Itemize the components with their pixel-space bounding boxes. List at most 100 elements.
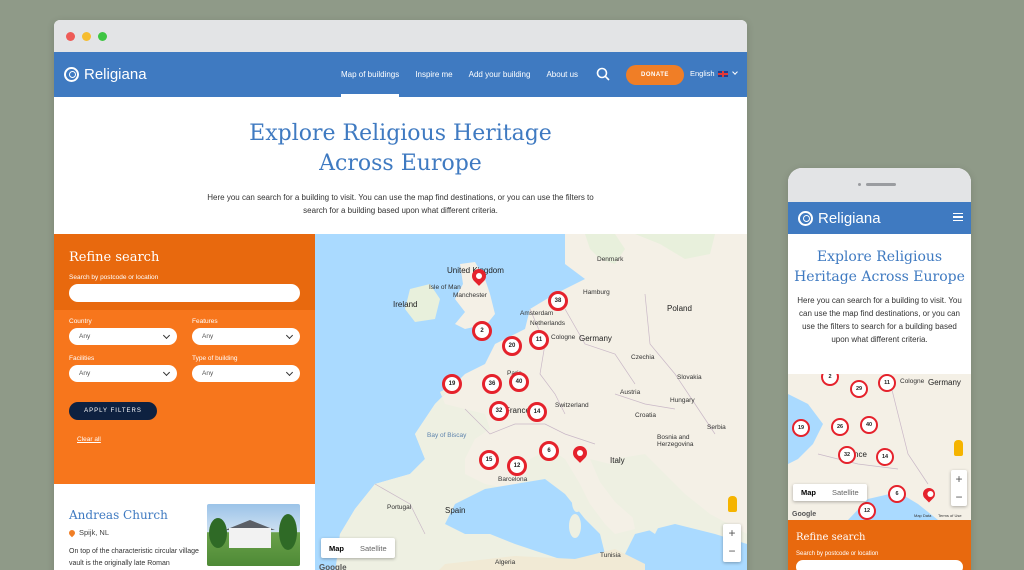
map-view-button[interactable]: Map [321, 538, 352, 558]
mobile-map-cluster-marker[interactable]: 32 [838, 446, 856, 464]
map-label-portugal: Portugal [387, 504, 412, 511]
brand-name: Religiana [84, 66, 147, 83]
map-cluster-marker[interactable]: 15 [479, 450, 499, 470]
map-label-isle-of-man: Isle of Man [429, 284, 461, 291]
minimize-dot[interactable] [82, 31, 91, 41]
zoom-out-button[interactable]: − [723, 542, 741, 560]
camera-dot [858, 183, 861, 186]
map-cluster-marker[interactable]: 36 [482, 374, 502, 394]
map-cluster-marker[interactable]: 19 [442, 374, 462, 394]
facilities-select-value: Any [79, 370, 91, 377]
features-select[interactable]: Any [192, 328, 300, 345]
filter-country-label: Country [69, 318, 92, 325]
map-label-austria: Austria [620, 389, 641, 396]
map-cluster-marker[interactable]: 6 [539, 441, 559, 461]
language-label: English [690, 69, 715, 78]
map-cluster-marker[interactable]: 11 [529, 330, 549, 350]
main-content: Refine search Search by postcode or loca… [54, 234, 747, 570]
location-pin-icon [67, 528, 77, 537]
building-type-select[interactable]: Any [192, 365, 300, 382]
map-cluster-marker[interactable]: 40 [509, 372, 529, 392]
satellite-view-button[interactable]: Satellite [352, 538, 395, 558]
mobile-brand-name: Religiana [818, 209, 881, 227]
speaker-slot [866, 183, 896, 186]
main-nav: Map of buildings Inspire me Add your bui… [341, 52, 578, 97]
map-label-cologne: Cologne [551, 334, 576, 341]
country-select-value: Any [79, 333, 91, 340]
hamburger-menu-icon[interactable] [953, 213, 963, 221]
mobile-street-view-pegman-icon[interactable] [954, 440, 963, 456]
church-photo[interactable] [207, 504, 300, 566]
logo-icon [798, 210, 813, 226]
filter-features: Features Any [192, 318, 300, 345]
close-dot[interactable] [66, 31, 75, 41]
map-cluster-marker[interactable]: 32 [489, 401, 509, 421]
result-card[interactable]: Andreas Church Spijk, NL On top of the c… [54, 490, 315, 570]
maximize-dot[interactable] [98, 31, 107, 41]
map-label-hamburg: Hamburg [583, 289, 610, 296]
mobile-map-data-text: Map Data [914, 513, 932, 518]
building-type-select-value: Any [202, 370, 214, 377]
donate-button[interactable]: DONATE [626, 65, 684, 85]
map-label-tunisia: Tunisia [600, 552, 621, 559]
map-cluster-marker[interactable]: 12 [507, 456, 527, 476]
map-cluster-marker[interactable]: 38 [548, 291, 568, 311]
zoom-in-button[interactable]: + [723, 524, 741, 542]
language-selector[interactable]: English [690, 69, 738, 78]
mobile-map-view-button[interactable]: Map [793, 484, 824, 501]
mobile-hero-description: Here you can search for a building to vi… [797, 296, 962, 344]
location-search-input[interactable] [69, 284, 300, 302]
mobile-map-cluster-marker[interactable]: 26 [831, 418, 849, 436]
mobile-map-cluster-marker[interactable]: 12 [858, 502, 876, 520]
mobile-hero-section: Explore Religious Heritage Across Europe… [788, 234, 971, 374]
map-cluster-marker[interactable]: 14 [527, 402, 547, 422]
mobile-zoom-out-button[interactable]: − [951, 488, 967, 506]
map-label-serbia: Serbia [707, 424, 726, 431]
mobile-map-cluster-marker[interactable]: 11 [878, 374, 896, 392]
hero-description: Here you can search for a building to vi… [207, 193, 594, 215]
mobile-map-cluster-marker[interactable]: 14 [876, 448, 894, 466]
clear-all-link[interactable]: Clear all [77, 436, 315, 443]
country-select[interactable]: Any [69, 328, 177, 345]
search-icon[interactable] [596, 67, 610, 81]
filter-type: Type of building Any [192, 355, 300, 382]
nav-link-add-building[interactable]: Add your building [469, 52, 531, 97]
mobile-zoom-in-button[interactable]: + [951, 470, 967, 488]
facilities-select[interactable]: Any [69, 365, 177, 382]
nav-link-about-us[interactable]: About us [546, 52, 578, 97]
page-title: Explore Religious Heritage Across Europe [249, 121, 552, 176]
tree-shape [279, 514, 297, 550]
map-type-toggle: Map Satellite [321, 538, 395, 558]
map-cluster-marker[interactable]: 2 [472, 321, 492, 341]
mobile-location-search-input[interactable] [796, 560, 963, 570]
mobile-google-logo: Google [792, 511, 817, 518]
mobile-map-cluster-marker[interactable]: 40 [860, 416, 878, 434]
street-view-pegman-icon[interactable] [728, 496, 737, 512]
interactive-map[interactable]: United Kingdom Isle of Man Manchester Ir… [315, 234, 747, 570]
mobile-refine-search-title: Refine search [796, 532, 866, 543]
nav-link-inspire-me[interactable]: Inspire me [415, 52, 452, 97]
phone-bezel [788, 168, 971, 202]
site-logo[interactable]: Religiana [64, 66, 147, 83]
map-label-czechia: Czechia [631, 354, 655, 361]
mobile-map-label-germany: Germany [928, 378, 961, 387]
mobile-satellite-view-button[interactable]: Satellite [824, 484, 867, 501]
apply-filters-button[interactable]: APPLY FILTERS [69, 402, 157, 420]
map-label-algeria: Algeria [495, 559, 516, 566]
map-label-croatia: Croatia [635, 412, 656, 419]
mobile-refine-search-panel: Refine search Search by postcode or loca… [788, 520, 971, 570]
mobile-map-cluster-marker[interactable]: 19 [792, 419, 810, 437]
mobile-map[interactable]: Germany Cologne France 2 29 11 19 26 40 … [788, 374, 971, 520]
mobile-map-cluster-marker[interactable]: 29 [850, 380, 868, 398]
chevron-down-icon [285, 368, 294, 376]
map-label-ireland: Ireland [393, 300, 418, 309]
map-label-hungary: Hungary [670, 397, 695, 404]
chevron-down-icon [162, 331, 171, 339]
mobile-map-cluster-marker[interactable]: 6 [888, 485, 906, 503]
logo-icon [64, 67, 79, 82]
map-cluster-marker[interactable]: 20 [502, 336, 522, 356]
mobile-site-logo[interactable]: Religiana [798, 210, 881, 227]
site-header: Religiana Map of buildings Inspire me Ad… [54, 52, 747, 97]
nav-link-map-of-buildings[interactable]: Map of buildings [341, 52, 400, 97]
mobile-terms-link[interactable]: Terms of Use [938, 513, 962, 518]
